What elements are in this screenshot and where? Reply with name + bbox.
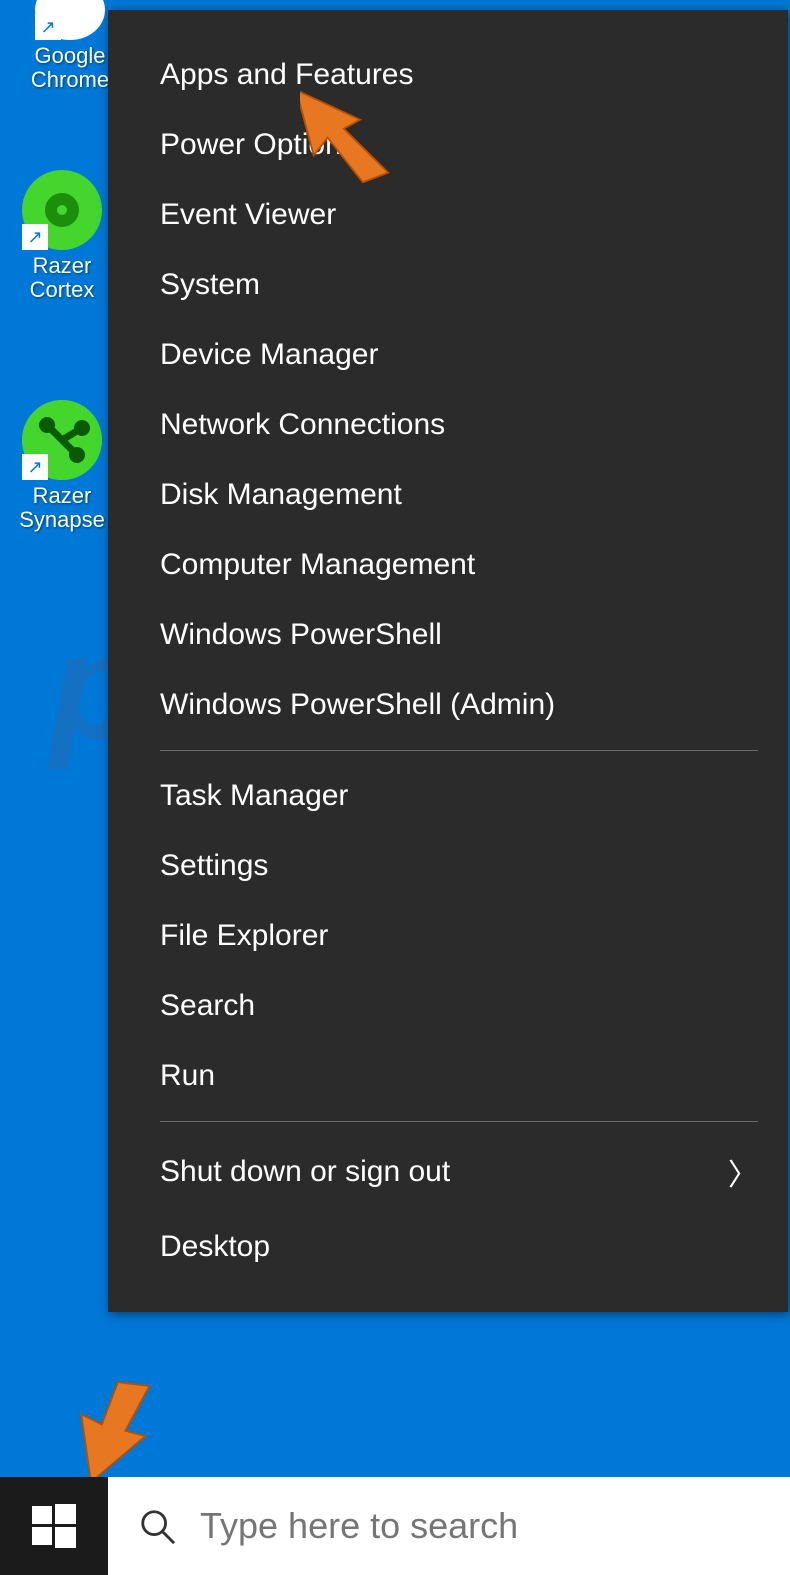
razer-cortex-icon: ↗ <box>22 170 102 250</box>
annotation-arrow-icon <box>60 1375 150 1485</box>
menu-item-system[interactable]: System <box>108 250 788 320</box>
menu-item-windows-powershell-admin[interactable]: Windows PowerShell (Admin) <box>108 670 788 740</box>
menu-item-label: Apps and Features <box>160 58 414 92</box>
menu-item-file-explorer[interactable]: File Explorer <box>108 901 788 971</box>
menu-item-run[interactable]: Run <box>108 1041 788 1111</box>
desktop-icon-razer-cortex[interactable]: ↗ Razer Cortex <box>12 170 112 302</box>
chevron-right-icon: 〉 <box>728 1150 758 1194</box>
menu-item-event-viewer[interactable]: Event Viewer <box>108 180 788 250</box>
menu-item-label: Shut down or sign out <box>160 1155 450 1189</box>
menu-item-label: Search <box>160 989 255 1023</box>
menu-item-device-manager[interactable]: Device Manager <box>108 320 788 390</box>
menu-item-label: Device Manager <box>160 338 378 372</box>
menu-item-label: Task Manager <box>160 779 348 813</box>
desktop-icon-label: Razer Synapse <box>12 484 112 532</box>
menu-item-shut-down[interactable]: Shut down or sign out 〉 <box>108 1132 788 1212</box>
menu-item-computer-management[interactable]: Computer Management <box>108 530 788 600</box>
menu-item-windows-powershell[interactable]: Windows PowerShell <box>108 600 788 670</box>
shortcut-overlay-icon: ↗ <box>22 454 48 480</box>
desktop-icon-label: Google Chrome <box>20 44 120 92</box>
search-icon <box>138 1507 176 1545</box>
taskbar: Type here to search <box>0 1477 790 1575</box>
menu-item-label: Windows PowerShell (Admin) <box>160 688 555 722</box>
menu-item-label: Power Options <box>160 128 357 162</box>
menu-item-label: Network Connections <box>160 408 445 442</box>
desktop-icon-label: Razer Cortex <box>12 254 112 302</box>
desktop-icon-chrome[interactable]: ↗ Google Chrome <box>20 0 120 92</box>
menu-item-label: Windows PowerShell <box>160 618 442 652</box>
search-placeholder: Type here to search <box>200 1505 518 1547</box>
menu-item-search[interactable]: Search <box>108 971 788 1041</box>
taskbar-search[interactable]: Type here to search <box>108 1477 790 1575</box>
menu-item-task-manager[interactable]: Task Manager <box>108 761 788 831</box>
desktop-background[interactable]: pcrisk ↗ Google Chrome ↗ Razer Cortex ↗ … <box>0 0 790 1575</box>
razer-synapse-icon: ↗ <box>22 400 102 480</box>
menu-item-label: Computer Management <box>160 548 475 582</box>
menu-item-network-connections[interactable]: Network Connections <box>108 390 788 460</box>
menu-item-label: Event Viewer <box>160 198 336 232</box>
menu-separator <box>160 1121 758 1122</box>
menu-item-settings[interactable]: Settings <box>108 831 788 901</box>
menu-item-label: Desktop <box>160 1230 270 1264</box>
winx-power-menu: Apps and Features Power Options Event Vi… <box>108 10 788 1312</box>
menu-item-label: Disk Management <box>160 478 402 512</box>
shortcut-overlay-icon: ↗ <box>35 14 61 40</box>
shortcut-overlay-icon: ↗ <box>22 224 48 250</box>
start-button[interactable] <box>0 1477 108 1575</box>
windows-logo-icon <box>32 1504 76 1548</box>
menu-item-label: Run <box>160 1059 215 1093</box>
menu-item-label: Settings <box>160 849 268 883</box>
chrome-icon: ↗ <box>35 0 105 40</box>
menu-separator <box>160 750 758 751</box>
desktop-icon-razer-synapse[interactable]: ↗ Razer Synapse <box>12 400 112 532</box>
menu-item-label: System <box>160 268 260 302</box>
menu-item-apps-and-features[interactable]: Apps and Features <box>108 40 788 110</box>
menu-item-power-options[interactable]: Power Options <box>108 110 788 180</box>
menu-item-label: File Explorer <box>160 919 328 953</box>
menu-item-disk-management[interactable]: Disk Management <box>108 460 788 530</box>
menu-item-desktop[interactable]: Desktop <box>108 1212 788 1282</box>
